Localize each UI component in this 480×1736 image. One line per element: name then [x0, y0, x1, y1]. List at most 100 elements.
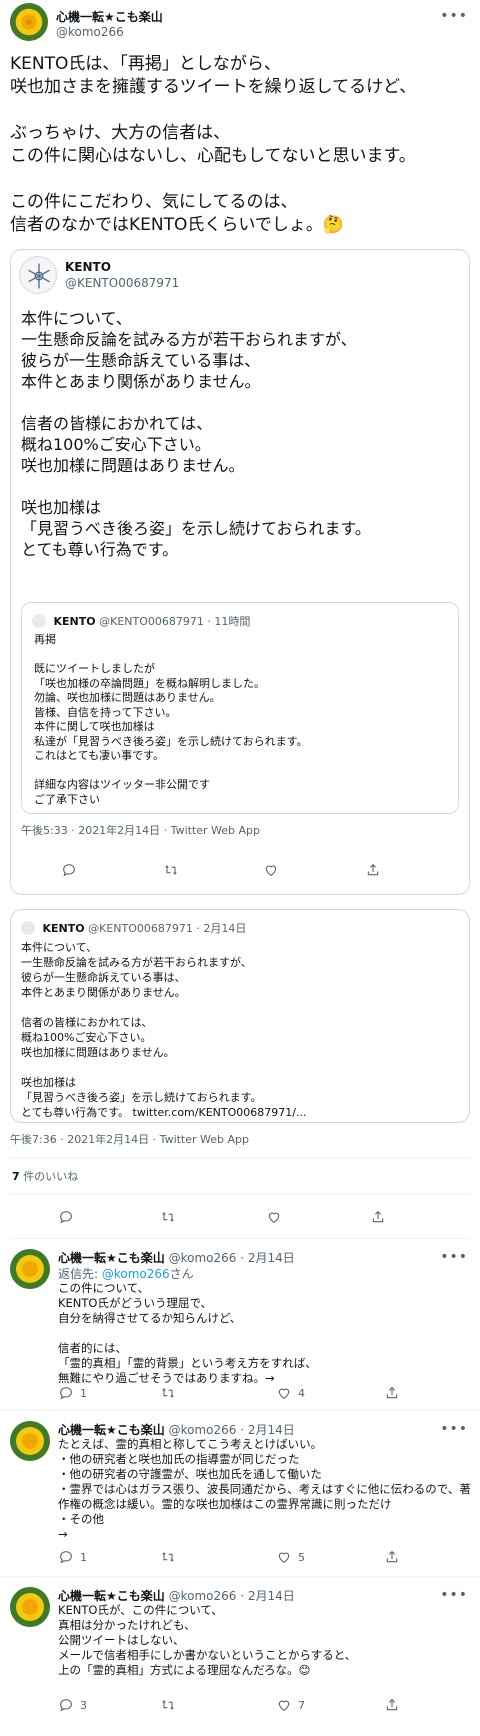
avatar	[32, 614, 46, 628]
nested-quoted-header: KENTO @KENTO00687971 · 11時間	[32, 613, 250, 629]
reply-count: 1	[80, 1386, 87, 1400]
retweet-icon	[162, 1700, 174, 1710]
replying-to-handle[interactable]: @komo266	[102, 1267, 170, 1281]
more-icon[interactable]: •••	[440, 1421, 468, 1437]
display-name[interactable]: 心機一転★こも楽山	[58, 1589, 165, 1603]
nested-quoted-display-name[interactable]: KENTO	[54, 615, 96, 628]
nested-quoted-handle[interactable]: @KENTO00687971 · 11時間	[99, 615, 250, 628]
share-icon	[386, 1386, 398, 1399]
dandelion-avatar-image	[10, 1249, 50, 1289]
like-button[interactable]: 7	[276, 1697, 305, 1713]
like-button[interactable]: 5	[276, 1549, 305, 1565]
display-name[interactable]: 心機一転★こも楽山	[58, 1251, 165, 1265]
like-button[interactable]	[263, 862, 279, 878]
main-tweet-header: 心機一転★こも楽山 @komo266 •••	[0, 0, 480, 48]
share-button[interactable]	[384, 1697, 400, 1713]
retweet-icon	[162, 1388, 174, 1398]
retweet-button[interactable]	[163, 862, 179, 878]
replying-to-prefix: 返信先:	[58, 1267, 102, 1281]
reply-text: たとえば、霊的真相と称してこう考えとけばいい。 ・他の研究者と咲也加氏の指導霊が…	[58, 1437, 471, 1541]
retweet-button[interactable]	[160, 1697, 176, 1713]
reply-header: 心機一転★こも楽山 @komo266 · 2月14日	[58, 1249, 295, 1266]
nested-quoted-tweet[interactable]: KENTO @KENTO00687971 · 11時間 再掲 既にツイートしまし…	[21, 602, 459, 814]
user-handle[interactable]: @komo266 · 2月14日	[169, 1423, 295, 1437]
reply-button[interactable]	[61, 862, 77, 878]
retweet-button[interactable]	[160, 1209, 176, 1225]
quoted-tweet-text: 本件について、 一生懸命反論を試みる方が若干おられますが、 彼らが一生懸命訴えて…	[21, 309, 371, 559]
reply-count: 3	[80, 1698, 87, 1712]
avatar[interactable]	[10, 1249, 50, 1289]
reply-icon	[60, 1211, 72, 1224]
share-button[interactable]	[384, 1385, 400, 1401]
reply-button[interactable]: 1	[58, 1385, 87, 1401]
quoted-action-bar	[11, 862, 469, 884]
likes-label: 件のいいね	[19, 1170, 79, 1183]
reply-text: この件について、 KENTO氏がどういう理屈で、 自分を納得させてるか知らんけど…	[58, 1281, 317, 1385]
like-count: 7	[298, 1698, 305, 1712]
reply-icon	[63, 864, 75, 877]
quoted-tweet-2-text: 本件について、 一生懸命反論を試みる方が若干おられますが、 彼らが一生懸命訴えて…	[21, 941, 307, 1119]
retweet-button[interactable]	[160, 1385, 176, 1401]
reply-icon	[60, 1387, 72, 1400]
quoted-tweet-2[interactable]: KENTO @KENTO00687971 · 2月14日 本件について、 一生懸…	[10, 909, 470, 1123]
like-button[interactable]	[266, 1209, 282, 1225]
quoted-tweet-2-display-name[interactable]: KENTO	[43, 922, 85, 935]
reply-button[interactable]	[58, 1209, 74, 1225]
more-icon[interactable]: •••	[440, 8, 468, 24]
share-button[interactable]	[370, 1209, 386, 1225]
avatar[interactable]	[10, 1587, 50, 1627]
share-icon	[386, 1698, 398, 1711]
main-action-bar	[10, 1195, 470, 1239]
reply-count: 1	[80, 1550, 87, 1564]
like-icon	[278, 1700, 290, 1711]
like-icon	[278, 1552, 290, 1563]
reply-header: 心機一転★こも楽山 @komo266 · 2月14日	[58, 1587, 295, 1604]
nested-quoted-text: 再掲 既にツイートしましたが 「咲也加様の卒論問題」を概ね解明しました。 勿論、…	[34, 633, 308, 806]
reply-icon	[60, 1699, 72, 1712]
reply-tweet[interactable]: 心機一転★こも楽山 @komo266 · 2月14日 ••• たとえば、霊的真相…	[0, 1411, 480, 1577]
reply-button[interactable]: 3	[58, 1697, 87, 1713]
quoted-display-name[interactable]: KENTO	[65, 260, 111, 274]
tweet-text: KENTO氏は、「再掲」としながら、 咲也加さまを擁護するツイートを繰り返してる…	[10, 54, 417, 235]
main-tweet: 心機一転★こも楽山 @komo266 ••• KENTO氏は、「再掲」としながら…	[0, 0, 480, 1239]
share-icon	[372, 1210, 384, 1223]
share-button[interactable]	[384, 1549, 400, 1565]
dandelion-avatar-image	[10, 1421, 50, 1461]
likes-number: 7	[12, 1170, 20, 1183]
quoted-user-handle[interactable]: @KENTO00687971	[65, 276, 179, 290]
dandelion-avatar-image	[10, 3, 48, 41]
user-handle[interactable]: @komo266 · 2月14日	[169, 1251, 295, 1265]
quoted-tweet-2-handle[interactable]: @KENTO00687971 · 2月14日	[88, 922, 246, 935]
like-count: 4	[298, 1386, 305, 1400]
retweet-button[interactable]	[160, 1549, 176, 1565]
like-button[interactable]: 4	[276, 1385, 305, 1401]
more-icon[interactable]: •••	[440, 1587, 468, 1603]
likes-count[interactable]: 7 件のいいね	[0, 1158, 480, 1194]
reply-tweet[interactable]: 心機一転★こも楽山 @komo266 · 2月14日 ••• KENTO氏が、こ…	[0, 1577, 480, 1723]
like-count: 5	[298, 1550, 305, 1564]
display-name[interactable]: 心機一転★こも楽山	[58, 1423, 165, 1437]
share-button[interactable]	[365, 862, 381, 878]
avatar	[19, 256, 57, 294]
user-handle[interactable]: @komo266	[56, 25, 124, 39]
display-name[interactable]: 心機一転★こも楽山	[56, 8, 163, 25]
user-handle[interactable]: @komo266 · 2月14日	[169, 1589, 295, 1603]
reply-tweet[interactable]: 心機一転★こも楽山 @komo266 · 2月14日 ••• 返信先: @kom…	[0, 1239, 480, 1411]
quoted-tweet-2-header: KENTO @KENTO00687971 · 2月14日	[21, 920, 246, 936]
reply-action-bar: 1 4	[48, 1385, 470, 1405]
more-icon[interactable]: •••	[440, 1249, 468, 1265]
reply-button[interactable]: 1	[58, 1549, 87, 1565]
quoted-timestamp[interactable]: 午後5:33 · 2021年2月14日 · Twitter Web App	[21, 822, 260, 838]
tweet-timestamp[interactable]: 午後7:36 · 2021年2月14日 · Twitter Web App	[10, 1131, 470, 1149]
kento-logo-icon	[28, 263, 50, 289]
reply-icon	[60, 1551, 72, 1564]
reply-header: 心機一転★こも楽山 @komo266 · 2月14日	[58, 1421, 295, 1438]
avatar	[21, 921, 35, 935]
avatar[interactable]	[10, 1421, 50, 1461]
share-icon	[367, 863, 379, 876]
quoted-tweet[interactable]: KENTO @KENTO00687971 本件について、 一生懸命反論を試みる方…	[10, 249, 470, 895]
reply-action-bar: 1 5	[48, 1549, 470, 1569]
replying-to-suffix: さん	[169, 1267, 194, 1281]
avatar[interactable]	[10, 3, 48, 41]
retweet-icon	[162, 1212, 174, 1222]
